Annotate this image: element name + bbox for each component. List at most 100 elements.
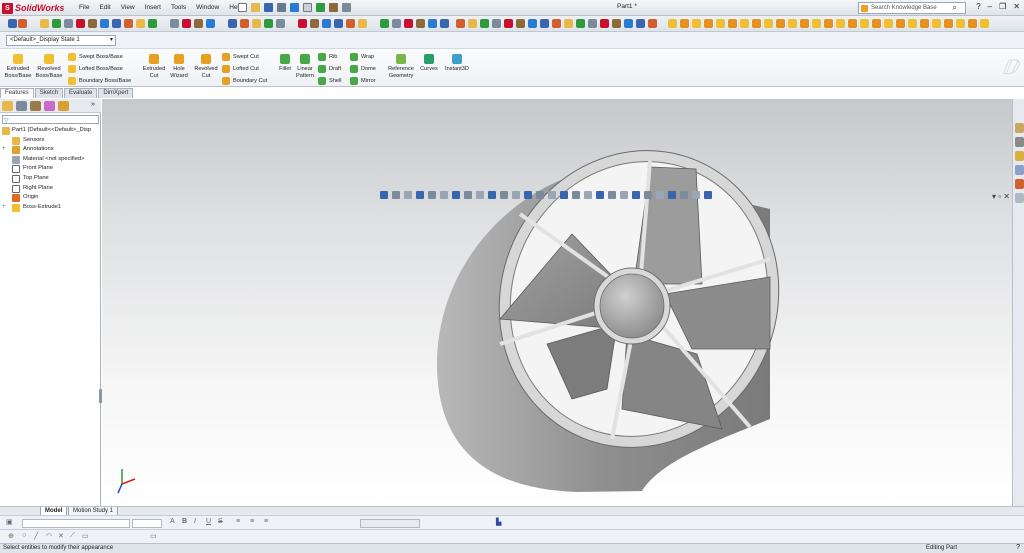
configuration-manager-icon[interactable] — [30, 101, 41, 111]
toolbar-tool-icon[interactable] — [944, 19, 953, 28]
menu-insert[interactable]: Insert — [140, 3, 166, 13]
tab-evaluate[interactable]: Evaluate — [64, 88, 98, 98]
view-tool-icon[interactable] — [416, 191, 424, 199]
toolbar-tool-icon[interactable] — [860, 19, 869, 28]
toolbar-tool-icon[interactable] — [968, 19, 977, 28]
layer-select[interactable] — [360, 519, 420, 528]
close-icon[interactable]: ✕ — [1011, 2, 1022, 11]
toolbar-tool-icon[interactable] — [428, 19, 437, 28]
view-tool-icon[interactable] — [464, 191, 472, 199]
toolbar-tool-icon[interactable] — [322, 19, 331, 28]
circle-icon[interactable]: ○ — [22, 532, 26, 539]
toolbar-tool-icon[interactable] — [812, 19, 821, 28]
italic-button[interactable]: I — [194, 518, 196, 525]
view-palette-icon[interactable] — [1015, 165, 1024, 175]
line-thickness-icon[interactable]: ▙ — [496, 518, 501, 526]
draft-button[interactable]: Draft — [318, 63, 341, 74]
line-icon[interactable]: ╱ — [34, 532, 38, 540]
view-tool-icon[interactable] — [536, 191, 544, 199]
align-left-icon[interactable]: ≡ — [236, 518, 240, 525]
file-properties-icon[interactable] — [329, 3, 338, 12]
font-select[interactable] — [22, 519, 130, 528]
view-tool-icon[interactable] — [392, 191, 400, 199]
toolbar-tool-icon[interactable] — [588, 19, 597, 28]
toolbar-tool-icon[interactable] — [276, 19, 285, 28]
duct-part[interactable] — [437, 108, 823, 492]
rib-button[interactable]: Rib — [318, 51, 337, 62]
toolbar-tool-icon[interactable] — [552, 19, 561, 28]
underline-button[interactable]: U — [206, 518, 211, 525]
toolbar-tool-icon[interactable] — [456, 19, 465, 28]
tree-item-origin[interactable]: Origin — [0, 193, 101, 203]
reference-geometry-button[interactable]: Reference Geometry — [384, 54, 418, 79]
view-tool-icon[interactable] — [548, 191, 556, 199]
app-logo[interactable]: S SolidWorks — [2, 2, 64, 14]
toolbar-tool-icon[interactable] — [480, 19, 489, 28]
toolbar-tool-icon[interactable] — [298, 19, 307, 28]
view-tool-icon[interactable] — [428, 191, 436, 199]
new-document-icon[interactable] — [238, 3, 247, 12]
tab-sketch[interactable]: Sketch — [34, 88, 64, 98]
swept-cut-button[interactable]: Swept Cut — [222, 51, 259, 62]
view-tool-icon[interactable] — [632, 191, 640, 199]
bold-button[interactable]: B — [182, 518, 187, 525]
smart-dimension-icon[interactable]: ⊕ — [8, 532, 14, 540]
feature-tree-icon[interactable] — [2, 101, 13, 111]
dimxpert-manager-icon[interactable] — [44, 101, 55, 111]
toolbar-tool-icon[interactable] — [18, 19, 27, 28]
toolbar-tool-icon[interactable] — [680, 19, 689, 28]
view-tool-icon[interactable] — [608, 191, 616, 199]
lofted-boss-button[interactable]: Lofted Boss/Base — [68, 63, 123, 74]
toolbar-tool-icon[interactable] — [88, 19, 97, 28]
toolbar-tool-icon[interactable] — [228, 19, 237, 28]
mirror-entities-icon[interactable]: ▭ — [150, 532, 157, 540]
dome-button[interactable]: Dome — [350, 63, 376, 74]
display-state-select[interactable]: <Default>_Display State 1 ▾ — [6, 35, 116, 46]
view-tool-icon[interactable] — [440, 191, 448, 199]
tree-item-right-plane[interactable]: Right Plane — [0, 184, 101, 194]
rebuild-icon[interactable] — [316, 3, 325, 12]
toolbar-tool-icon[interactable] — [310, 19, 319, 28]
toolbar-tool-icon[interactable] — [540, 19, 549, 28]
toolbar-tool-icon[interactable] — [884, 19, 893, 28]
toolbar-tool-icon[interactable] — [468, 19, 477, 28]
view-tool-icon[interactable] — [620, 191, 628, 199]
toolbar-tool-icon[interactable] — [576, 19, 585, 28]
toolbar-tool-icon[interactable] — [752, 19, 761, 28]
toolbar-tool-icon[interactable] — [206, 19, 215, 28]
menu-file[interactable]: File — [74, 3, 94, 13]
toolbar-tool-icon[interactable] — [240, 19, 249, 28]
toolbar-tool-icon[interactable] — [492, 19, 501, 28]
trim-icon[interactable]: ⟋ — [70, 532, 75, 540]
toolbar-tool-icon[interactable] — [136, 19, 145, 28]
toolbar-tool-icon[interactable] — [636, 19, 645, 28]
toolbar-tool-icon[interactable] — [504, 19, 513, 28]
view-tool-icon[interactable] — [704, 191, 712, 199]
help-button[interactable]: ? — [974, 2, 982, 11]
file-explorer-icon[interactable] — [1015, 151, 1024, 161]
toolbar-tool-icon[interactable] — [8, 19, 17, 28]
toolbar-tool-icon[interactable] — [346, 19, 355, 28]
boundary-cut-button[interactable]: Boundary Cut — [222, 75, 267, 86]
toolbar-tool-icon[interactable] — [564, 19, 573, 28]
select-icon[interactable] — [303, 3, 312, 12]
mirror-button[interactable]: Mirror — [350, 75, 376, 86]
viewport-window-controls[interactable]: ▾ ▫ ✕ — [992, 192, 1010, 201]
toolbar-tool-icon[interactable] — [404, 19, 413, 28]
toolbar-tool-icon[interactable] — [980, 19, 989, 28]
extruded-boss-button[interactable]: Extruded Boss/Base — [4, 54, 32, 79]
toolbar-tool-icon[interactable] — [100, 19, 109, 28]
linear-pattern-button[interactable]: Linear Pattern — [294, 54, 316, 79]
toolbar-tool-icon[interactable] — [380, 19, 389, 28]
view-tool-icon[interactable] — [680, 191, 688, 199]
options-icon[interactable] — [342, 3, 351, 12]
tree-item-sensors[interactable]: Sensors — [0, 136, 101, 146]
undo-icon[interactable] — [290, 3, 299, 12]
align-center-icon[interactable]: ≡ — [250, 518, 254, 525]
toolbar-tool-icon[interactable] — [716, 19, 725, 28]
toolbar-tool-icon[interactable] — [528, 19, 537, 28]
print-icon[interactable] — [277, 3, 286, 12]
toolbar-tool-icon[interactable] — [170, 19, 179, 28]
toolbar-tool-icon[interactable] — [600, 19, 609, 28]
appearances-icon[interactable] — [1015, 179, 1024, 189]
